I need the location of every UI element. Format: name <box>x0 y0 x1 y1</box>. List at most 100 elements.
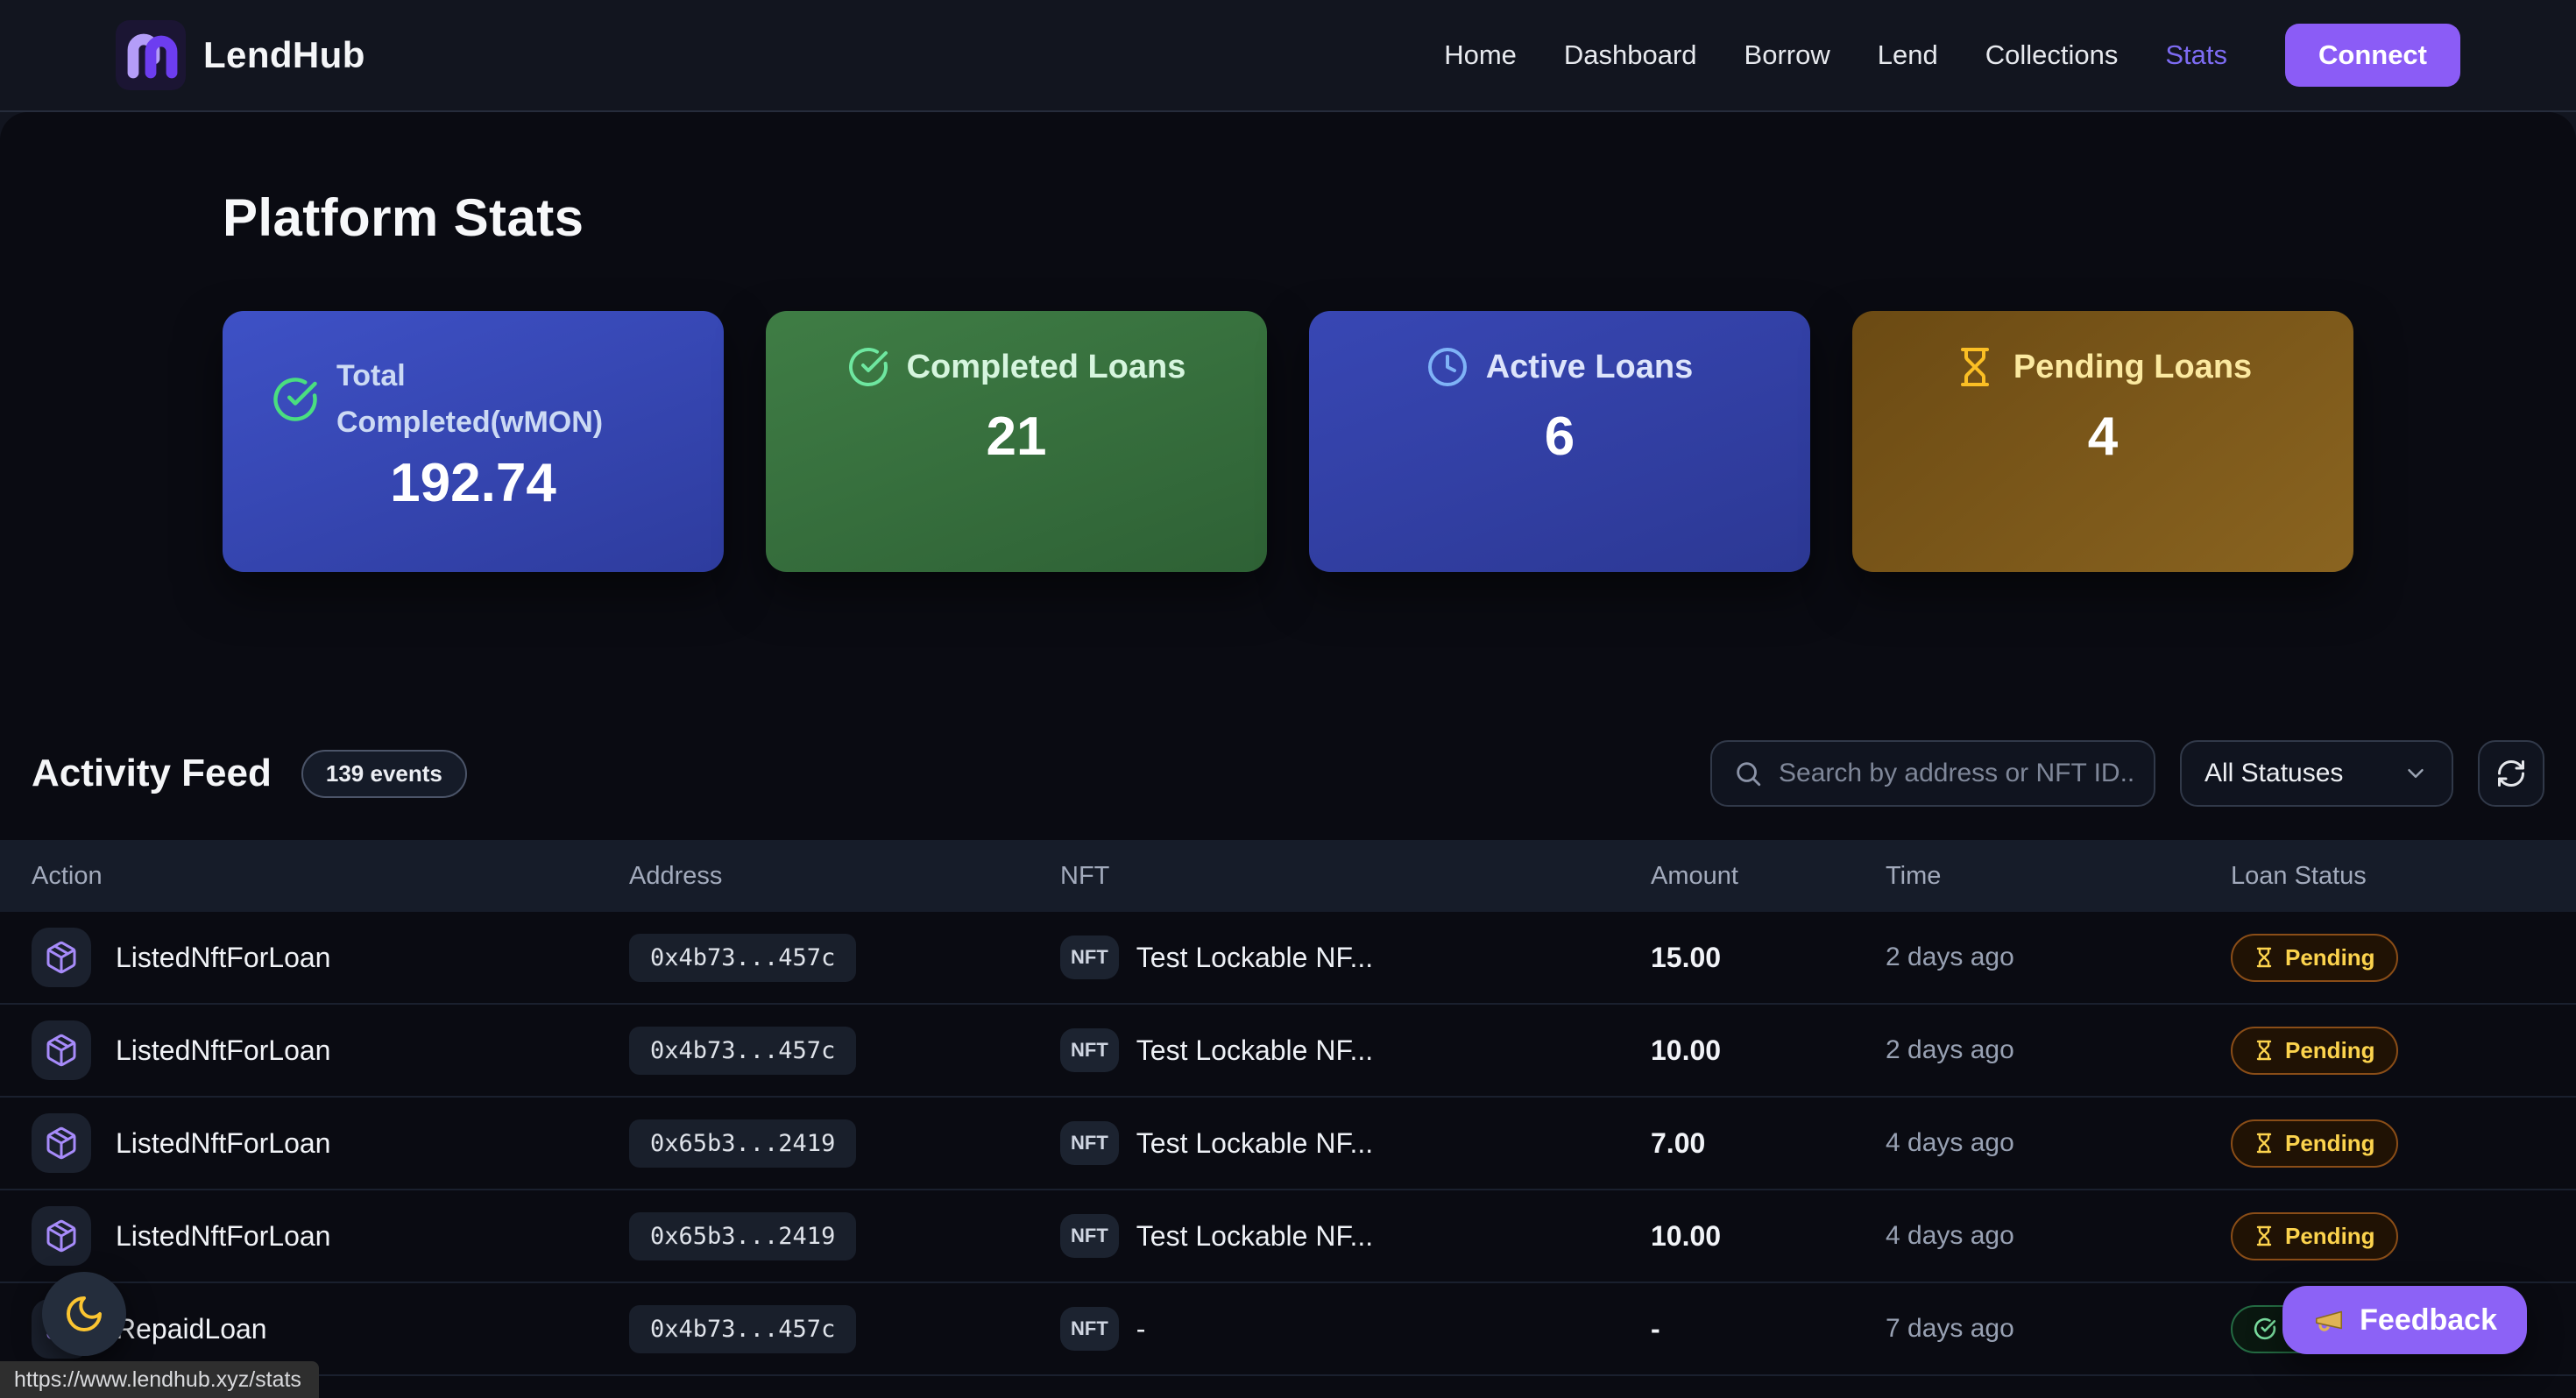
hourglass-icon <box>2254 1225 2275 1246</box>
main-nav: Home Dashboard Borrow Lend Collections S… <box>1444 24 2460 87</box>
stat-card-total-completed: Total Completed(wMON) 192.74 <box>223 311 724 572</box>
package-icon <box>32 1113 91 1173</box>
nft-badge: NFT <box>1060 936 1119 979</box>
activity-feed-title: Activity Feed <box>32 752 272 795</box>
theme-toggle-button[interactable] <box>42 1272 126 1356</box>
stat-card-value: 21 <box>797 406 1235 468</box>
search-box[interactable] <box>1710 740 2155 807</box>
time-value: 4 days ago <box>1886 1128 2231 1158</box>
main-panel: Platform Stats Total Completed(wMON) 192… <box>0 112 2576 1398</box>
status-badge: Pending <box>2231 1119 2398 1168</box>
table-header: Action Address NFT Amount Time Loan Stat… <box>0 840 2576 912</box>
moon-icon <box>63 1293 105 1335</box>
table-row: ListedNftForLoan 0x65b3...2419 NFT Test … <box>0 1098 2576 1190</box>
nft-badge: NFT <box>1060 1028 1119 1072</box>
chevron-down-icon <box>2403 760 2429 787</box>
circle-check-icon <box>2254 1317 2276 1340</box>
status-bar-url: https://www.lendhub.xyz/stats <box>0 1361 319 1398</box>
search-input[interactable] <box>1779 759 2133 788</box>
stat-card-completed-loans: Completed Loans 21 <box>766 311 1267 572</box>
action-label: ListedNftForLoan <box>116 1127 330 1160</box>
hourglass-icon <box>2254 947 2275 968</box>
brand-name: LendHub <box>203 34 365 76</box>
amount-value: 10.00 <box>1651 1034 1886 1067</box>
amount-value: 10.00 <box>1651 1220 1886 1253</box>
navbar: LendHub Home Dashboard Borrow Lend Colle… <box>0 0 2576 112</box>
nav-item-collections[interactable]: Collections <box>1985 39 2119 71</box>
address-chip: 0x4b73...457c <box>629 934 856 982</box>
table-row: ListedNftForLoan 0x4b73...457c NFT Test … <box>0 1005 2576 1098</box>
address-chip: 0x4b73...457c <box>629 1305 856 1353</box>
time-value: 4 days ago <box>1886 1221 2231 1251</box>
circle-check-icon <box>272 376 319 423</box>
nav-item-borrow[interactable]: Borrow <box>1744 39 1830 71</box>
time-value: 7 days ago <box>1886 1314 2231 1344</box>
amount-value: - <box>1651 1313 1886 1345</box>
stat-card-label: Active Loans <box>1486 349 1694 386</box>
page-title: Platform Stats <box>0 112 2576 248</box>
circle-check-icon <box>847 346 889 388</box>
nft-name: - <box>1136 1313 1146 1345</box>
hourglass-icon <box>2254 1133 2275 1154</box>
stat-cards: Total Completed(wMON) 192.74 Completed L… <box>223 311 2353 572</box>
stat-card-pending-loans: Pending Loans 4 <box>1852 311 2353 572</box>
table-row: ListedNftForLoan 0x65b3...2419 NFT Test … <box>0 1190 2576 1283</box>
brand[interactable]: LendHub <box>116 20 365 90</box>
status-filter-select[interactable]: All Statuses <box>2180 740 2453 807</box>
amount-value: 7.00 <box>1651 1127 1886 1160</box>
stat-card-value: 4 <box>1884 406 2322 468</box>
nav-item-stats[interactable]: Stats <box>2165 39 2227 71</box>
time-value: 2 days ago <box>1886 1035 2231 1065</box>
megaphone-icon <box>2312 1303 2346 1337</box>
stat-card-active-loans: Active Loans 6 <box>1309 311 1810 572</box>
column-header-action: Action <box>32 862 629 891</box>
search-icon <box>1733 759 1763 788</box>
lendhub-logo-icon <box>116 20 186 90</box>
nft-name: Test Lockable NF... <box>1136 1127 1373 1160</box>
activity-feed-section: Activity Feed 139 events All Statuses <box>0 740 2576 1398</box>
stat-card-value: 192.74 <box>254 452 692 514</box>
stats-page: LendHub Home Dashboard Borrow Lend Colle… <box>0 0 2576 1398</box>
stat-card-value: 6 <box>1341 406 1779 468</box>
package-icon <box>32 928 91 987</box>
package-icon <box>32 1020 91 1080</box>
action-label: RepaidLoan <box>116 1313 267 1345</box>
connect-button[interactable]: Connect <box>2285 24 2460 87</box>
hourglass-icon <box>1954 346 1996 388</box>
action-label: ListedNftForLoan <box>116 1034 330 1067</box>
action-label: ListedNftForLoan <box>116 1220 330 1253</box>
nft-badge: NFT <box>1060 1214 1119 1258</box>
status-badge: Pending <box>2231 1027 2398 1075</box>
package-icon <box>32 1206 91 1266</box>
stat-card-label: Pending Loans <box>2013 349 2252 386</box>
refresh-icon <box>2495 758 2527 789</box>
feedback-button[interactable]: Feedback <box>2282 1286 2527 1354</box>
column-header-address: Address <box>629 862 1060 891</box>
events-count-badge: 139 events <box>301 750 467 798</box>
nft-name: Test Lockable NF... <box>1136 1220 1373 1253</box>
clock-icon <box>1426 346 1468 388</box>
amount-value: 15.00 <box>1651 942 1886 974</box>
nft-badge: NFT <box>1060 1121 1119 1165</box>
stat-card-label: Total Completed(wMON) <box>336 353 652 445</box>
nav-item-lend[interactable]: Lend <box>1878 39 1938 71</box>
nav-item-home[interactable]: Home <box>1444 39 1517 71</box>
nft-badge: NFT <box>1060 1307 1119 1351</box>
table-row: ListedNftForLoan 0x4b73...457c NFT Test … <box>0 1376 2576 1398</box>
column-header-loan-status: Loan Status <box>2231 862 2544 891</box>
column-header-time: Time <box>1886 862 2231 891</box>
nav-item-dashboard[interactable]: Dashboard <box>1564 39 1697 71</box>
nft-name: Test Lockable NF... <box>1136 942 1373 974</box>
column-header-amount: Amount <box>1651 862 1886 891</box>
status-badge: Pending <box>2231 1212 2398 1260</box>
stat-card-label: Completed Loans <box>907 349 1186 386</box>
nft-name: Test Lockable NF... <box>1136 1034 1373 1067</box>
hourglass-icon <box>2254 1040 2275 1061</box>
table-row: ListedNftForLoan 0x4b73...457c NFT Test … <box>0 912 2576 1005</box>
status-badge: Pending <box>2231 934 2398 982</box>
time-value: 2 days ago <box>1886 943 2231 972</box>
refresh-button[interactable] <box>2478 740 2544 807</box>
address-chip: 0x65b3...2419 <box>629 1212 856 1260</box>
table-row: RepaidLoan 0x4b73...457c NFT - - 7 days … <box>0 1283 2576 1376</box>
address-chip: 0x4b73...457c <box>629 1027 856 1075</box>
